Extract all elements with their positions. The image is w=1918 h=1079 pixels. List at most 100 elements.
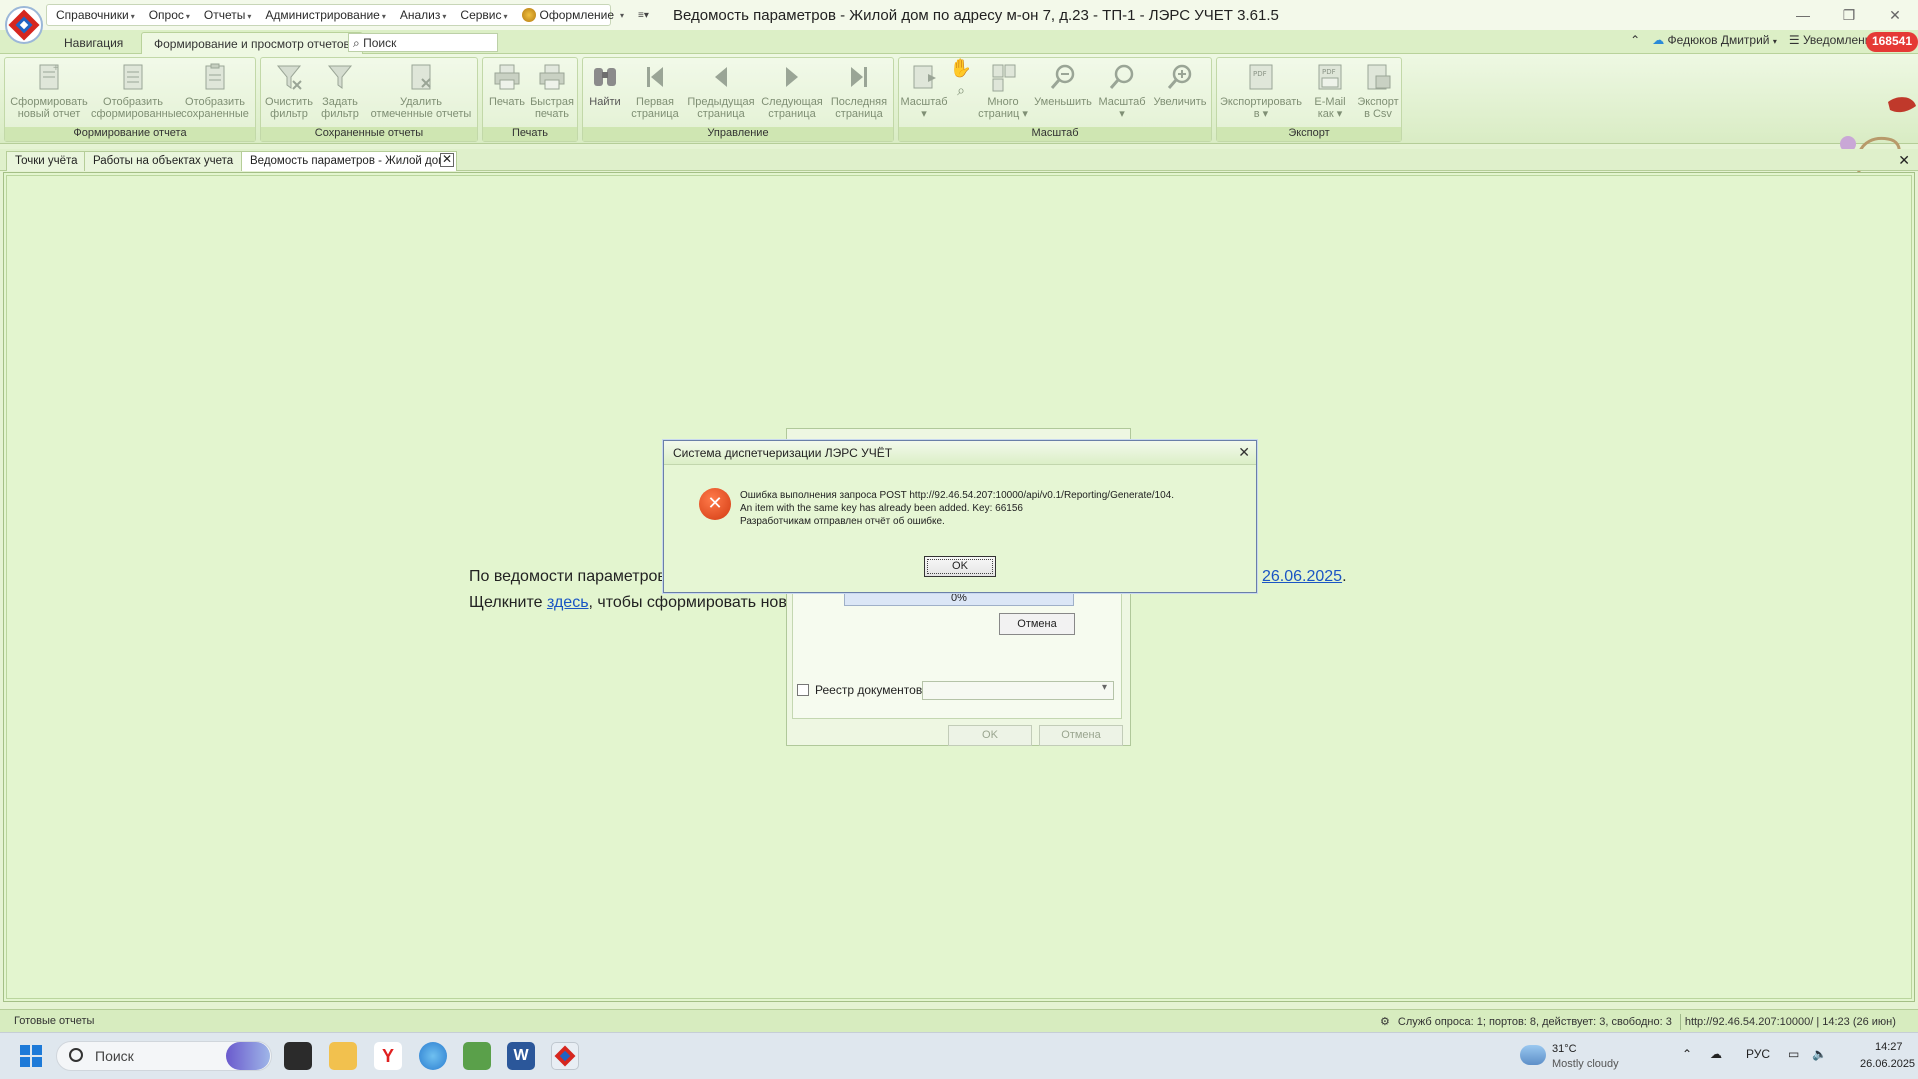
- collapse-ribbon-icon[interactable]: ⌃: [1630, 33, 1640, 47]
- show-generated-button[interactable]: Отобразить сформированные: [91, 62, 182, 120]
- restore-icon[interactable]: ❐: [1826, 4, 1872, 26]
- delete-report-icon: [411, 64, 431, 90]
- multi-page-button[interactable]: Много страниц ▾: [975, 62, 1031, 120]
- next-page-icon: [786, 67, 798, 87]
- dialog-cancel-button[interactable]: Отмена: [1039, 725, 1123, 746]
- quick-print-button[interactable]: Быстрая печать: [529, 62, 575, 120]
- clock-date[interactable]: 26.06.2025: [1860, 1058, 1915, 1070]
- menu-service[interactable]: Сервис ▾: [454, 6, 513, 24]
- minimize-icon[interactable]: —: [1780, 4, 1826, 26]
- clock-time[interactable]: 14:27: [1875, 1041, 1903, 1053]
- dialog-ok-button[interactable]: OK: [948, 725, 1032, 746]
- window-title: Ведомость параметров - Жилой дом по адре…: [673, 7, 1279, 24]
- onedrive-icon[interactable]: ☁: [1710, 1047, 1722, 1061]
- menu-theme[interactable]: Оформление ▾: [516, 6, 631, 24]
- report-date: 26.06.2025.: [1262, 568, 1347, 585]
- first-page-icon: [647, 67, 663, 87]
- generate-report-link[interactable]: здесь: [547, 594, 589, 611]
- error-icon: ✕: [699, 488, 731, 520]
- group-export: PDF Экспортировать в ▾ PDF E-Mail как ▾ Эк…: [1216, 57, 1402, 142]
- volume-icon[interactable]: 🔈: [1812, 1047, 1827, 1061]
- report-date-link[interactable]: 26.06.2025: [1262, 568, 1342, 585]
- weather-icon: [1520, 1045, 1546, 1065]
- tab-reports[interactable]: Формирование и просмотр отчетов: [141, 32, 363, 54]
- taskbar: Поиск Y W 31°C Mostly cloudy ⌃ ☁ РУС ▭ 🔈…: [0, 1032, 1918, 1079]
- app-icon[interactable]: [463, 1042, 491, 1070]
- error-ok-button[interactable]: OK: [924, 556, 996, 577]
- last-page-icon: [851, 67, 867, 87]
- doc-tab-works[interactable]: Работы на объектах учета: [84, 151, 243, 171]
- doc-tab-parameters-report[interactable]: Ведомость параметров - Жилой дом: [241, 151, 457, 171]
- app-logo-icon[interactable]: [4, 4, 44, 46]
- group-saved: Очистить фильтр Задать фильтр Удалить отмеч…: [260, 57, 478, 142]
- set-filter-button[interactable]: Задать фильтр: [315, 62, 365, 120]
- hand-tool-button[interactable]: ✋ ⌕: [949, 59, 973, 98]
- close-panel-icon[interactable]: ✕: [1898, 152, 1910, 169]
- status-bar: Готовые отчеты ⚙ Служб опроса: 1; портов…: [0, 1009, 1918, 1032]
- email-as-button[interactable]: PDF E-Mail как ▾: [1305, 62, 1355, 120]
- zoom-out-button[interactable]: Уменьшить: [1033, 62, 1093, 108]
- list-icon: ☰: [1788, 33, 1800, 47]
- quick-access-toolbar-icon[interactable]: ≡▾: [632, 8, 655, 23]
- service-icon: ⚙: [1380, 1016, 1390, 1028]
- scale-menu-button[interactable]: Масштаб ▾: [899, 62, 949, 120]
- tray-expand-icon[interactable]: ⌃: [1682, 1047, 1692, 1061]
- lers-logo-icon: [554, 1045, 576, 1067]
- first-page-button[interactable]: Первая страница: [627, 62, 683, 120]
- clear-filter-button[interactable]: Очистить фильтр: [263, 62, 315, 120]
- windows-start-icon[interactable]: [20, 1045, 42, 1067]
- menu-administration[interactable]: Администрирование ▾: [259, 6, 391, 24]
- prev-page-button[interactable]: Предыдущая страница: [685, 62, 757, 120]
- menu-directories[interactable]: Справочники ▾: [50, 6, 141, 24]
- show-saved-button[interactable]: Отобразить сохраненные: [177, 62, 253, 120]
- delete-marked-button[interactable]: Удалить отмеченные отчеты: [367, 62, 475, 120]
- notifications-badge: 168541: [1865, 32, 1918, 52]
- search-highlight-icon: [226, 1042, 270, 1070]
- new-report-button[interactable]: + Сформировать новый отчет: [7, 62, 91, 120]
- group-label-export: Экспорт: [1217, 127, 1401, 141]
- chevron-down-icon: ▾: [381, 12, 386, 21]
- menu-reports[interactable]: Отчеты ▾: [198, 6, 258, 24]
- user-area: ⌃ ☁ Федюков Дмитрий ▾ ☰ Уведомления: [1630, 33, 1878, 47]
- task-view-icon[interactable]: [284, 1042, 312, 1070]
- zoom-in-button[interactable]: Увеличить: [1151, 62, 1209, 108]
- reestr-select[interactable]: ▾: [922, 681, 1114, 700]
- lers-app-icon[interactable]: [551, 1042, 579, 1070]
- doc-tab-metering-points[interactable]: Точки учёта: [6, 151, 87, 171]
- close-icon[interactable]: ✕: [1872, 4, 1918, 26]
- tab-navigation[interactable]: Навигация: [52, 32, 135, 54]
- export-to-button[interactable]: PDF Экспортировать в ▾: [1219, 62, 1303, 120]
- network-icon[interactable]: ▭: [1788, 1047, 1799, 1061]
- yandex-browser-icon[interactable]: Y: [374, 1042, 402, 1070]
- menu-analysis[interactable]: Анализ ▾: [394, 6, 453, 24]
- new-report-icon: +: [39, 63, 59, 90]
- progress-cancel-button[interactable]: Отмена: [999, 613, 1075, 635]
- magnifier-icon: [1109, 64, 1134, 89]
- print-button[interactable]: Печать: [485, 62, 529, 108]
- report-message-line1: По ведомости параметров: [469, 568, 666, 585]
- internet-explorer-icon[interactable]: [419, 1042, 447, 1070]
- menu-poll[interactable]: Опрос ▾: [143, 6, 196, 24]
- user-menu[interactable]: ☁ Федюков Дмитрий ▾: [1652, 33, 1777, 47]
- last-page-button[interactable]: Последняя страница: [827, 62, 891, 120]
- find-button[interactable]: Найти: [585, 62, 625, 108]
- scale-button[interactable]: Масштаб ▾: [1095, 62, 1149, 120]
- language-indicator[interactable]: РУС: [1746, 1047, 1770, 1061]
- group-control: Найти Первая страница Предыдущая страница …: [582, 57, 894, 142]
- group-scale: Масштаб ▾ ✋ ⌕ Много страниц ▾ Уменьшить Ма…: [898, 57, 1212, 142]
- notifications-button[interactable]: ☰ Уведомления: [1789, 33, 1878, 47]
- file-explorer-icon[interactable]: [329, 1042, 357, 1070]
- filter-icon: [327, 65, 353, 89]
- search-input[interactable]: ⌕ Поиск: [348, 33, 498, 52]
- next-page-button[interactable]: Следующая страница: [759, 62, 825, 120]
- group-label-control: Управление: [583, 127, 893, 141]
- word-icon[interactable]: W: [507, 1042, 535, 1070]
- printer-icon: [494, 64, 520, 90]
- close-tab-icon[interactable]: ✕: [440, 153, 454, 167]
- weather-temp: 31°C: [1552, 1043, 1577, 1055]
- reestr-checkbox[interactable]: [797, 684, 809, 696]
- export-csv-button[interactable]: Экспорт в Csv: [1355, 62, 1401, 120]
- svg-text:PDF: PDF: [1322, 68, 1336, 76]
- close-icon[interactable]: ✕: [1238, 444, 1250, 461]
- scale-page-icon: [913, 65, 936, 89]
